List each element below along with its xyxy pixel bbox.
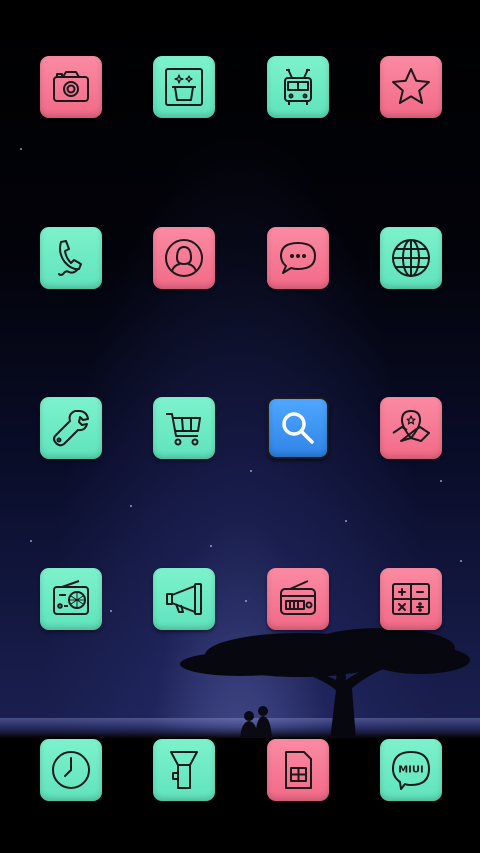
trolleybus-icon[interactable]	[267, 56, 329, 118]
fm-radio-icon[interactable]	[267, 568, 329, 630]
miui-bubble-icon[interactable]: MIUI	[380, 739, 442, 801]
flashlight-icon[interactable]	[153, 739, 215, 801]
message-bubble-icon[interactable]	[267, 227, 329, 289]
megaphone-icon[interactable]	[153, 568, 215, 630]
contact-person-icon[interactable]	[153, 227, 215, 289]
radio-icon[interactable]	[40, 568, 102, 630]
phone-icon[interactable]	[40, 227, 102, 289]
map-pin-icon[interactable]	[380, 397, 442, 459]
wrench-icon[interactable]	[40, 397, 102, 459]
sim-card-icon[interactable]	[267, 739, 329, 801]
star-icon[interactable]	[380, 56, 442, 118]
camera-icon[interactable]	[40, 56, 102, 118]
miui-label: MIUI	[398, 765, 424, 776]
shopping-cart-icon[interactable]	[153, 397, 215, 459]
globe-icon[interactable]	[380, 227, 442, 289]
magic-hat-icon[interactable]	[153, 56, 215, 118]
calculator-icon[interactable]	[380, 568, 442, 630]
clock-icon[interactable]	[40, 739, 102, 801]
search-icon[interactable]	[267, 397, 329, 459]
